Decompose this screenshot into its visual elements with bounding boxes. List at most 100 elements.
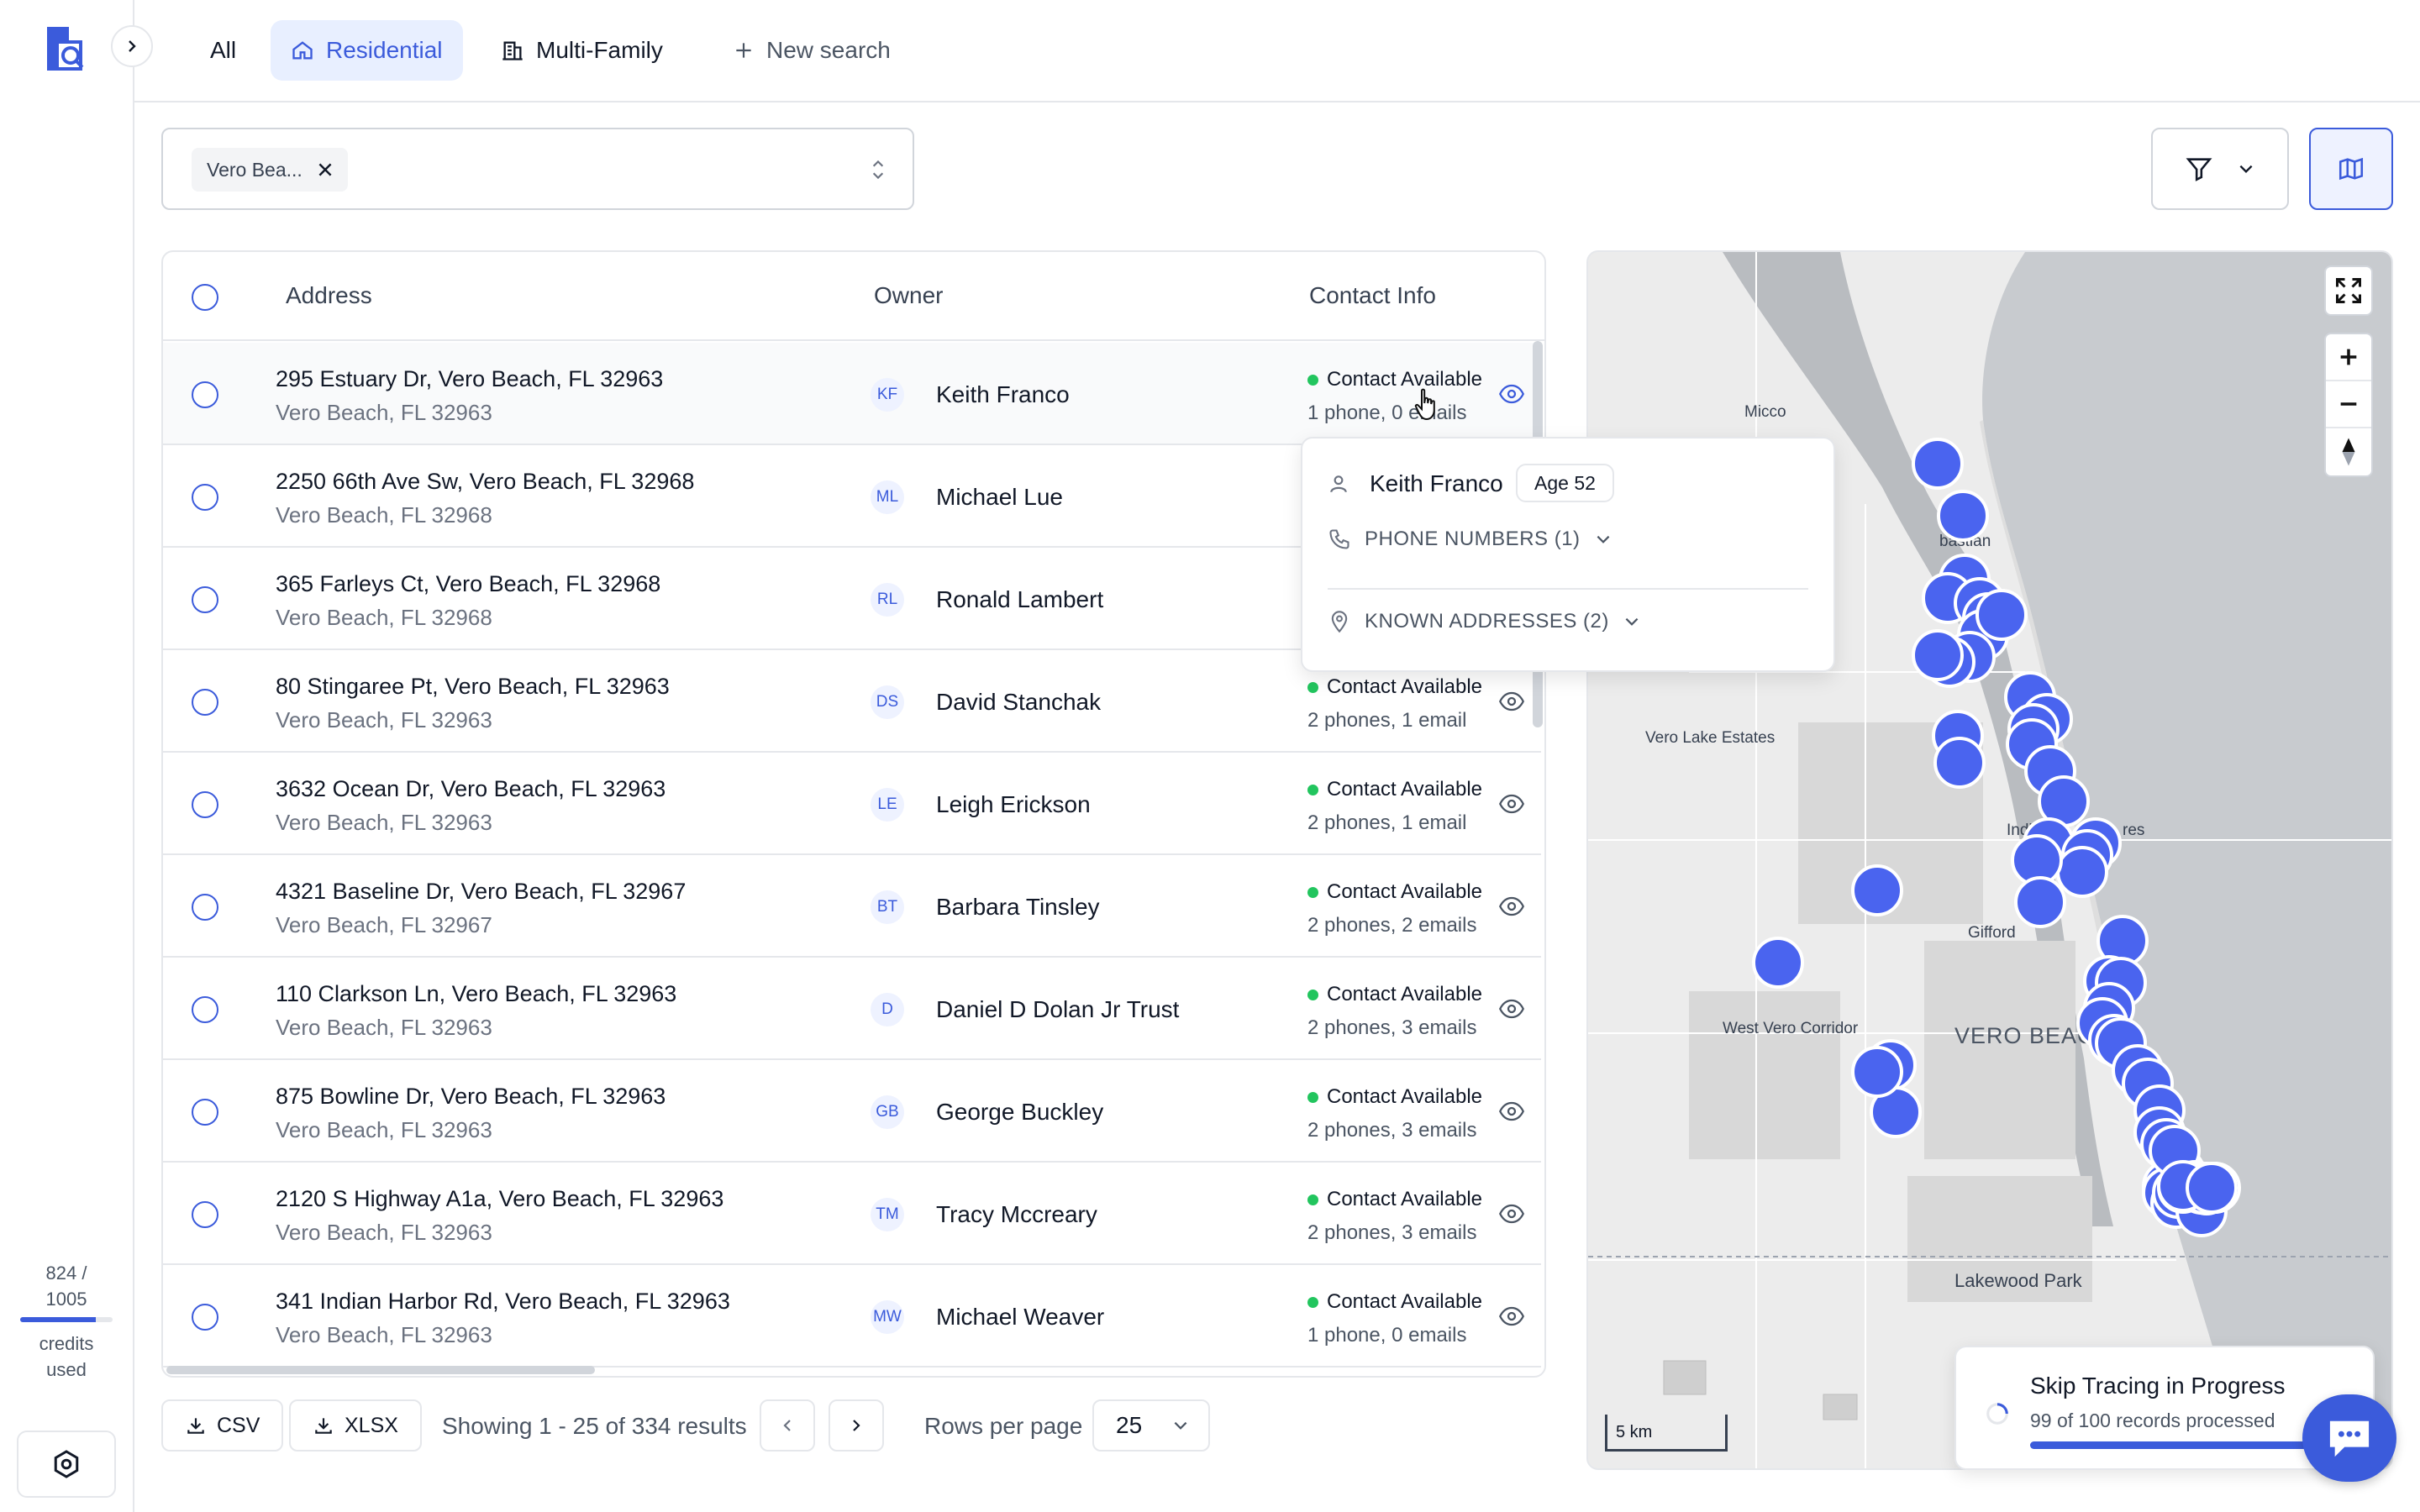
chat-support-button[interactable]: [2302, 1394, 2396, 1482]
view-contact-button[interactable]: [1498, 895, 1525, 921]
row-owner: Tracy Mccreary: [936, 1201, 1097, 1227]
row-select-checkbox[interactable]: [192, 381, 218, 408]
previous-page-button[interactable]: [760, 1399, 815, 1452]
export-xlsx-button[interactable]: XLSX: [289, 1399, 422, 1452]
location-search-input[interactable]: Vero Bea...: [161, 128, 914, 210]
contact-details: 2 phones, 1 email: [1307, 811, 1467, 834]
map-icon: [2338, 157, 2364, 181]
user-icon: [1330, 475, 1347, 493]
row-city: Vero Beach, FL 32963: [276, 707, 492, 732]
known-addresses-toggle[interactable]: KNOWN ADDRESSES (2): [1328, 610, 1641, 633]
export-xlsx-label: XLSX: [345, 1413, 398, 1437]
property-marker[interactable]: [2014, 876, 2066, 928]
view-contact-button[interactable]: [1498, 383, 1525, 409]
filter-button[interactable]: [2151, 128, 2289, 210]
status-dot: [1307, 1296, 1318, 1308]
filter-icon: [2186, 158, 2212, 181]
select-all-checkbox[interactable]: [192, 284, 218, 311]
fullscreen-button[interactable]: [2326, 267, 2371, 314]
property-marker[interactable]: [1937, 490, 1989, 542]
table-row[interactable]: 4321 Baseline Dr, Vero Beach, FL 32967 Ve…: [163, 855, 1541, 958]
horizontal-scrollbar[interactable]: [166, 1366, 595, 1374]
reset-bearing-button[interactable]: [2326, 428, 2371, 475]
zoom-in-button[interactable]: [2326, 334, 2371, 381]
view-contact-button[interactable]: [1498, 690, 1525, 717]
view-contact-button[interactable]: [1498, 998, 1525, 1024]
chevron-right-icon: [853, 1420, 860, 1431]
view-contact-button[interactable]: [1498, 1203, 1525, 1229]
table-row[interactable]: 3632 Ocean Dr, Vero Beach, FL 32963 Vero …: [163, 753, 1541, 855]
sidebar-expand-button[interactable]: [111, 25, 153, 67]
rows-per-page-label: Rows per page: [924, 1413, 1083, 1439]
rows-per-page-select[interactable]: 25: [1092, 1399, 1210, 1452]
close-icon[interactable]: [316, 160, 334, 179]
contact-details: 2 phones, 3 emails: [1307, 1119, 1477, 1142]
map-toggle-button[interactable]: [2309, 128, 2393, 210]
row-select-checkbox[interactable]: [192, 1099, 218, 1126]
property-marker[interactable]: [1752, 937, 1804, 989]
view-contact-button[interactable]: [1498, 793, 1525, 819]
column-header-address: Address: [286, 282, 372, 308]
next-page-button[interactable]: [829, 1399, 884, 1452]
row-select-checkbox[interactable]: [192, 894, 218, 921]
owner-avatar: LE: [871, 788, 904, 822]
chevron-down-icon: [1597, 535, 1609, 543]
property-marker[interactable]: [1912, 438, 1964, 490]
row-city: Vero Beach, FL 32968: [276, 605, 492, 630]
property-marker[interactable]: [1975, 589, 2028, 641]
fullscreen-control[interactable]: [2324, 265, 2373, 316]
tab-new-search[interactable]: New search: [713, 20, 911, 81]
app-logo-icon[interactable]: [44, 24, 91, 74]
phone-numbers-label: PHONE NUMBERS (1): [1365, 528, 1581, 550]
row-select-checkbox[interactable]: [192, 1201, 218, 1228]
row-select-checkbox[interactable]: [192, 689, 218, 716]
credits-total: 1005: [45, 1289, 87, 1310]
table-row[interactable]: 341 Indian Harbor Rd, Vero Beach, FL 329…: [163, 1265, 1541, 1368]
row-owner: Keith Franco: [936, 381, 1070, 407]
view-contact-button[interactable]: [1498, 1305, 1525, 1331]
owner-avatar: KF: [871, 378, 904, 412]
row-select-checkbox[interactable]: [192, 484, 218, 511]
home-icon: [292, 41, 313, 60]
property-marker[interactable]: [1851, 1046, 1903, 1098]
tab-residential[interactable]: Residential: [271, 20, 463, 81]
contact-status: Contact Available: [1307, 1290, 1482, 1314]
plus-icon: [736, 43, 751, 58]
row-select-checkbox[interactable]: [192, 1304, 218, 1331]
results-count: Showing 1 - 25 of 334 results: [442, 1413, 747, 1439]
chevron-down-icon: [2239, 165, 2253, 174]
property-marker[interactable]: [1851, 864, 1903, 916]
location-chip-label: Vero Bea...: [207, 158, 302, 181]
row-owner: Barbara Tinsley: [936, 894, 1100, 920]
row-select-checkbox[interactable]: [192, 791, 218, 818]
table-row[interactable]: 295 Estuary Dr, Vero Beach, FL 32963 Vero…: [163, 343, 1541, 445]
tab-all[interactable]: All: [190, 20, 256, 81]
tab-multi-family[interactable]: Multi-Family: [481, 20, 683, 81]
contact-status-label: Contact Available: [1327, 880, 1483, 903]
spinner-icon: [1986, 1403, 2008, 1425]
table-row[interactable]: 110 Clarkson Ln, Vero Beach, FL 32963 Ver…: [163, 958, 1541, 1060]
contact-status: Contact Available: [1307, 778, 1482, 801]
credits-label: credits: [39, 1333, 94, 1354]
property-marker[interactable]: [2186, 1162, 2238, 1214]
view-contact-button[interactable]: [1498, 1100, 1525, 1126]
map-view[interactable]: Micco bastian Vero Lake Estates Indi res…: [1586, 250, 2393, 1470]
table-row[interactable]: 875 Bowline Dr, Vero Beach, FL 32963 Vero…: [163, 1060, 1541, 1163]
age-badge: Age 52: [1516, 464, 1614, 502]
phone-numbers-toggle[interactable]: PHONE NUMBERS (1): [1328, 528, 1612, 551]
known-addresses-label: KNOWN ADDRESSES (2): [1365, 610, 1609, 633]
row-select-checkbox[interactable]: [192, 586, 218, 613]
contact-details: 2 phones, 1 email: [1307, 709, 1467, 732]
chevron-up-down-icon[interactable]: [869, 156, 887, 183]
status-dot: [1307, 374, 1318, 386]
export-csv-button[interactable]: CSV: [161, 1399, 284, 1452]
zoom-out-button[interactable]: [2326, 381, 2371, 428]
settings-button[interactable]: [17, 1431, 116, 1498]
compass-icon: [2342, 438, 2355, 466]
property-marker[interactable]: [1933, 737, 1986, 789]
property-marker[interactable]: [2056, 846, 2108, 898]
table-row[interactable]: 2120 S Highway A1a, Vero Beach, FL 32963…: [163, 1163, 1541, 1265]
chevron-left-icon: [783, 1420, 791, 1431]
property-marker[interactable]: [1912, 629, 1964, 681]
row-select-checkbox[interactable]: [192, 996, 218, 1023]
